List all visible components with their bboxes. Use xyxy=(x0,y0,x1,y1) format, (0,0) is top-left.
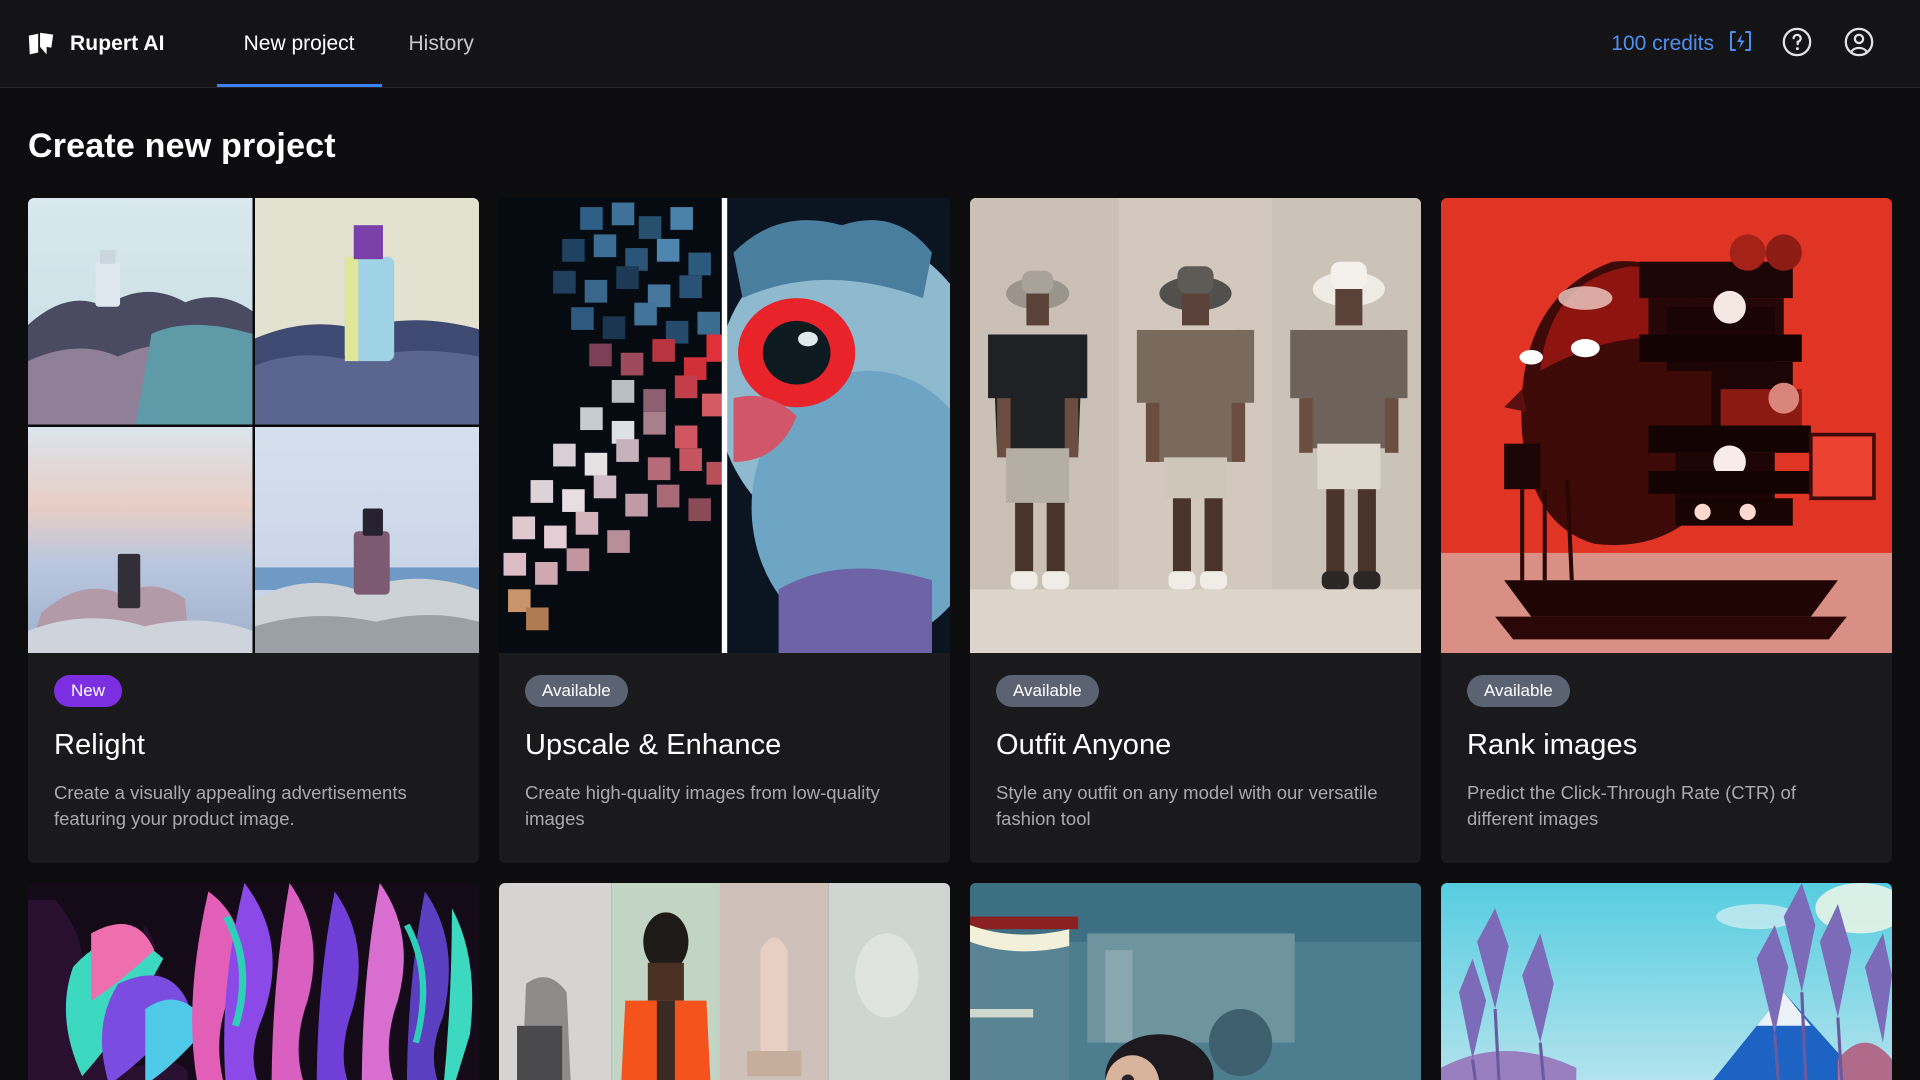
card-upscale-enhance-body: Available Upscale & Enhance Create high-… xyxy=(499,653,950,863)
bolt-bracket-icon xyxy=(1728,30,1752,58)
card-upscale-enhance[interactable]: Available Upscale & Enhance Create high-… xyxy=(499,198,950,863)
card-upscale-enhance-title: Upscale & Enhance xyxy=(525,729,924,762)
card-relight[interactable]: New Relight Create a visually appealing … xyxy=(28,198,479,863)
card-rank-images-title: Rank images xyxy=(1467,729,1866,762)
card-rank-images-description: Predict the Click-Through Rate (CTR) of … xyxy=(1467,780,1866,833)
card-relight-title: Relight xyxy=(54,729,453,762)
card-rank-images-body: Available Rank images Predict the Click-… xyxy=(1441,653,1892,863)
card-rank-images-thumbnail xyxy=(1441,198,1892,653)
header-actions: 100 credits xyxy=(1597,0,1920,88)
card-upscale-enhance-thumbnail xyxy=(499,198,950,653)
card-relight-description: Create a visually appealing advertisemen… xyxy=(54,780,453,833)
main-nav: New project History xyxy=(217,0,501,88)
card-outfit-anyone-description: Style any outfit on any model with our v… xyxy=(996,780,1395,833)
card-relight-badge: New xyxy=(54,675,122,707)
card-outfit-anyone[interactable]: Available Outfit Anyone Style any outfit… xyxy=(970,198,1421,863)
card-row2-2-thumbnail xyxy=(499,883,950,1080)
card-row2-3[interactable] xyxy=(970,883,1421,1080)
brand-name: Rupert AI xyxy=(70,32,165,56)
page-title: Create new project xyxy=(0,88,1920,166)
card-row2-2[interactable] xyxy=(499,883,950,1080)
card-rank-images[interactable]: Available Rank images Predict the Click-… xyxy=(1441,198,1892,863)
card-upscale-enhance-badge: Available xyxy=(525,675,628,707)
card-relight-body: New Relight Create a visually appealing … xyxy=(28,653,479,863)
project-type-grid: New Relight Create a visually appealing … xyxy=(0,166,1920,863)
rupert-logo-mark-icon xyxy=(26,29,56,59)
tab-new-project[interactable]: New project xyxy=(217,0,382,88)
card-row2-4[interactable] xyxy=(1441,883,1892,1080)
card-outfit-anyone-title: Outfit Anyone xyxy=(996,729,1395,762)
credits-button[interactable]: 100 credits xyxy=(1597,30,1766,58)
card-outfit-anyone-body: Available Outfit Anyone Style any outfit… xyxy=(970,653,1421,863)
card-outfit-anyone-thumbnail xyxy=(970,198,1421,653)
card-relight-thumbnail xyxy=(28,198,479,653)
card-row2-3-thumbnail xyxy=(970,883,1421,1080)
brand[interactable]: Rupert AI xyxy=(0,0,193,88)
project-type-grid-row-2 xyxy=(0,863,1920,1080)
card-row2-1-thumbnail xyxy=(28,883,479,1080)
credits-label: 100 credits xyxy=(1611,32,1714,56)
card-upscale-enhance-description: Create high-quality images from low-qual… xyxy=(525,780,924,833)
tab-history-label: History xyxy=(409,32,474,56)
tab-new-project-label: New project xyxy=(244,32,355,56)
card-row2-1[interactable] xyxy=(28,883,479,1080)
account-button[interactable] xyxy=(1828,13,1890,75)
help-button[interactable] xyxy=(1766,13,1828,75)
top-navigation-bar: Rupert AI New project History 100 credit… xyxy=(0,0,1920,88)
account-circle-icon xyxy=(1842,25,1876,64)
help-circle-icon xyxy=(1780,25,1814,64)
card-rank-images-badge: Available xyxy=(1467,675,1570,707)
card-row2-4-thumbnail xyxy=(1441,883,1892,1080)
tab-history[interactable]: History xyxy=(382,0,501,88)
card-outfit-anyone-badge: Available xyxy=(996,675,1099,707)
